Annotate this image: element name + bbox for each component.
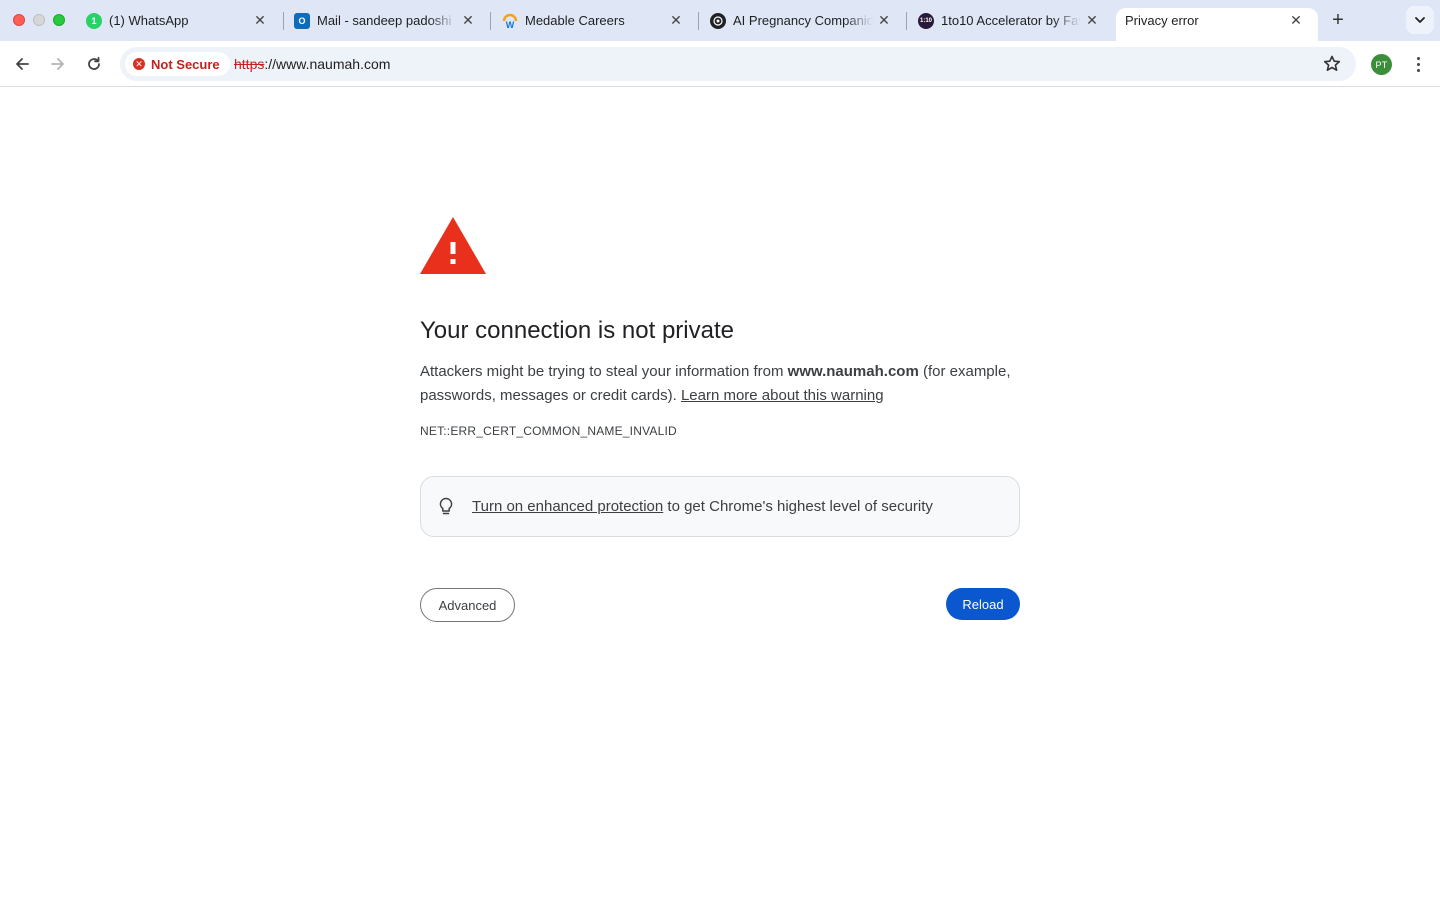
tab-medable-careers[interactable]: W Medable Careers ✕ [494,0,698,41]
advanced-button[interactable]: Advanced [420,588,515,622]
tab-separator [906,12,907,30]
tab-privacy-error[interactable]: Privacy error ✕ [1116,8,1318,41]
close-tab-icon[interactable]: ✕ [252,12,268,28]
1to10-icon: 1:10 [918,13,934,29]
tab-separator [490,12,491,30]
tab-1to10[interactable]: 1:10 1to10 Accelerator by Favikon ✕ [910,0,1114,41]
reload-button[interactable]: Reload [946,588,1020,620]
address-bar[interactable]: ✕ Not Secure https://www.naumah.com [120,47,1356,81]
profile-avatar[interactable]: PT [1371,54,1392,75]
tab-ai-pregnancy[interactable]: AI Pregnancy Companion ✕ [702,0,906,41]
close-tab-icon[interactable]: ✕ [1084,12,1100,28]
url-text[interactable]: https://www.naumah.com [234,55,390,73]
svg-text:W: W [506,20,515,29]
refresh-icon [88,56,100,70]
url-scheme: https [234,56,265,72]
window-zoom-button[interactable] [53,14,65,26]
enhanced-protection-link[interactable]: Turn on enhanced protection [472,498,663,515]
back-button[interactable] [11,53,33,75]
workday-icon: W [502,13,518,29]
tab-search-button[interactable] [1406,6,1434,34]
browser-toolbar: ✕ Not Secure https://www.naumah.com PT [0,41,1440,87]
warning-triangle-icon [420,217,486,274]
chevron-down-icon [1415,17,1425,23]
openai-icon [710,13,726,29]
learn-more-link[interactable]: Learn more about this warning [681,387,884,404]
tab-title: (1) WhatsApp [109,13,189,28]
tab-mail[interactable]: O Mail - sandeep padoshi ✕ [286,0,490,41]
host-name: www.naumah.com [787,363,919,380]
tab-title: Privacy error [1125,13,1199,28]
whatsapp-icon: 1 [86,13,102,29]
window-minimize-button[interactable] [33,14,45,26]
close-tab-icon[interactable]: ✕ [1288,12,1304,28]
tab-separator [283,12,284,30]
error-icon: ✕ [133,58,145,70]
outlook-icon: O [294,13,310,29]
arrow-left-icon [16,58,29,70]
tab-title: AI Pregnancy Companion [733,13,873,28]
tab-title: Medable Careers [525,13,625,28]
security-chip-label: Not Secure [151,56,220,72]
tab-title: Mail - sandeep padoshi [317,13,452,28]
reload-page-button[interactable] [83,53,105,75]
tab-separator [698,12,699,30]
security-chip[interactable]: ✕ Not Secure [125,52,230,76]
more-menu-icon[interactable] [1409,54,1427,74]
error-description: Attackers might be trying to steal your … [420,360,1020,408]
window-close-button[interactable] [13,14,25,26]
lightbulb-icon [439,497,453,515]
enhanced-protection-suffix: to get Chrome's highest level of securit… [663,498,933,515]
tab-whatsapp[interactable]: 1 (1) WhatsApp ✕ [78,0,282,41]
page-title: Your connection is not private [420,317,734,344]
tab-strip: 1 (1) WhatsApp ✕ O Mail - sandeep padosh… [0,0,1440,41]
error-code: NET::ERR_CERT_COMMON_NAME_INVALID [420,424,677,438]
enhanced-protection-text: Turn on enhanced protection to get Chrom… [472,497,933,517]
forward-button[interactable] [47,53,69,75]
arrow-right-icon [51,58,64,70]
close-tab-icon[interactable]: ✕ [460,12,476,28]
close-tab-icon[interactable]: ✕ [876,12,892,28]
new-tab-button[interactable]: + [1328,10,1348,30]
url-host: ://www.naumah.com [264,56,391,72]
close-tab-icon[interactable]: ✕ [668,12,684,28]
enhanced-protection-banner: Turn on enhanced protection to get Chrom… [420,476,1020,537]
tab-title: 1to10 Accelerator by Favikon [941,13,1081,28]
description-text: Attackers might be trying to steal your … [420,363,788,380]
bookmark-star-icon[interactable] [1322,54,1342,74]
